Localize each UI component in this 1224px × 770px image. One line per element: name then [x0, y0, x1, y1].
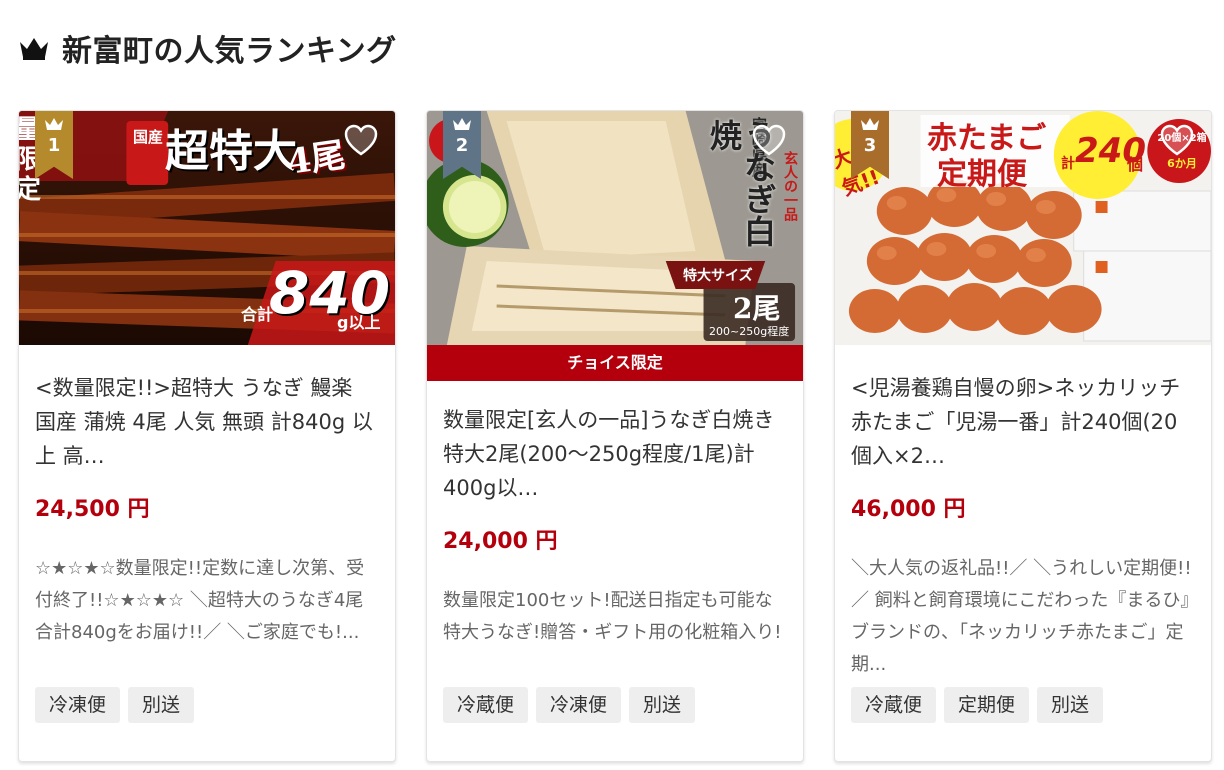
- tag-separate: 別送: [629, 687, 696, 723]
- product-description: ＼大人気の返礼品!!／ ＼うれしい定期便!!／ 飼料と飼育環境にこだわった『まる…: [851, 558, 1192, 675]
- favorite-button[interactable]: [749, 121, 789, 161]
- crown-icon: [45, 118, 63, 130]
- image-text-total-prefix: 計: [1061, 156, 1075, 172]
- crown-icon: [453, 118, 471, 130]
- tag-separate: 別送: [1037, 687, 1104, 723]
- crown-icon: [20, 38, 48, 60]
- product-image-2[interactable]: 宮崎県産 玄人の一品 うなぎ白焼 特大サイズ 2尾 200~250g程度 2: [427, 111, 803, 345]
- rank-number: 3: [863, 135, 877, 156]
- image-text-weight: 200~250g程度: [709, 325, 790, 338]
- image-text-count: 4尾: [284, 135, 348, 183]
- favorite-button[interactable]: [1157, 121, 1197, 161]
- product-image-3[interactable]: 大人気!! 赤たまご 定期便 計 240 個 20個×2箱 6か月 3: [835, 111, 1211, 345]
- page-title: 新富町の人気ランキング: [62, 34, 397, 69]
- image-text-count: 2尾: [733, 292, 781, 325]
- product-price: 24,000 円: [443, 529, 558, 554]
- product-title[interactable]: 数量限定[玄人の一品]うなぎ白焼き 特大2尾(200～250g程度/1尾)計40…: [443, 403, 787, 505]
- product-title[interactable]: <数量限定!!>超特大 うなぎ 鰻楽 国産 蒲焼 4尾 人気 無頭 計840g …: [35, 371, 379, 473]
- tag-subscription: 定期便: [944, 687, 1030, 723]
- tag-frozen: 冷凍便: [536, 687, 622, 723]
- tag-list: 冷蔵便 定期便 別送: [851, 687, 1195, 723]
- heart-icon: [344, 124, 378, 156]
- image-text-main: 超特大: [165, 126, 297, 177]
- product-image-1[interactable]: 量限定 国産 超特大 4尾 合計 840 g以上 1: [19, 111, 395, 345]
- image-text-badge: 国産: [132, 128, 163, 146]
- image-text-size: 特大サイズ: [683, 268, 753, 284]
- image-text-total-suffix: g以上: [337, 313, 381, 332]
- product-card-2[interactable]: 宮崎県産 玄人の一品 うなぎ白焼 特大サイズ 2尾 200~250g程度 2 チ…: [426, 110, 804, 762]
- product-description: 数量限定100セット!配送日指定も可能な特大うなぎ!贈答・ギフト用の化粧箱入り!: [443, 590, 782, 643]
- tag-frozen: 冷凍便: [35, 687, 121, 723]
- ranking-header: 新富町の人気ランキング: [18, 28, 397, 69]
- tag-separate: 別送: [128, 687, 195, 723]
- product-price: 24,500 円: [35, 497, 150, 522]
- favorite-button[interactable]: [341, 121, 381, 161]
- product-card-1[interactable]: 量限定 国産 超特大 4尾 合計 840 g以上 1 <数量限定!!>超特大 う…: [18, 110, 396, 762]
- image-text-total-suffix: 個: [1127, 155, 1144, 174]
- crown-icon: [861, 118, 879, 130]
- tag-list: 冷凍便 別送: [35, 687, 379, 723]
- rank-number: 1: [47, 135, 61, 156]
- tag-refrigerated: 冷蔵便: [443, 687, 529, 723]
- tag-list: 冷蔵便 冷凍便 別送: [443, 687, 787, 723]
- rank-number: 2: [455, 135, 469, 156]
- product-description: ☆★☆★☆数量限定!!定数に達し次第、受付終了!!☆★☆★☆ ＼超特大のうなぎ4…: [35, 558, 365, 643]
- heart-icon: [1160, 124, 1194, 156]
- image-text-line2: 定期便: [937, 157, 1027, 192]
- product-title[interactable]: <児湯養鶏自慢の卵>ネッカリッチ赤たまご「児湯一番」計240個(20個入×2…: [851, 371, 1195, 473]
- choice-limited-ribbon: チョイス限定: [427, 345, 803, 381]
- product-price: 46,000 円: [851, 497, 966, 522]
- heart-icon: [752, 124, 786, 156]
- product-card-3[interactable]: 大人気!! 赤たまご 定期便 計 240 個 20個×2箱 6か月 3 <児湯養…: [834, 110, 1212, 762]
- tag-refrigerated: 冷蔵便: [851, 687, 937, 723]
